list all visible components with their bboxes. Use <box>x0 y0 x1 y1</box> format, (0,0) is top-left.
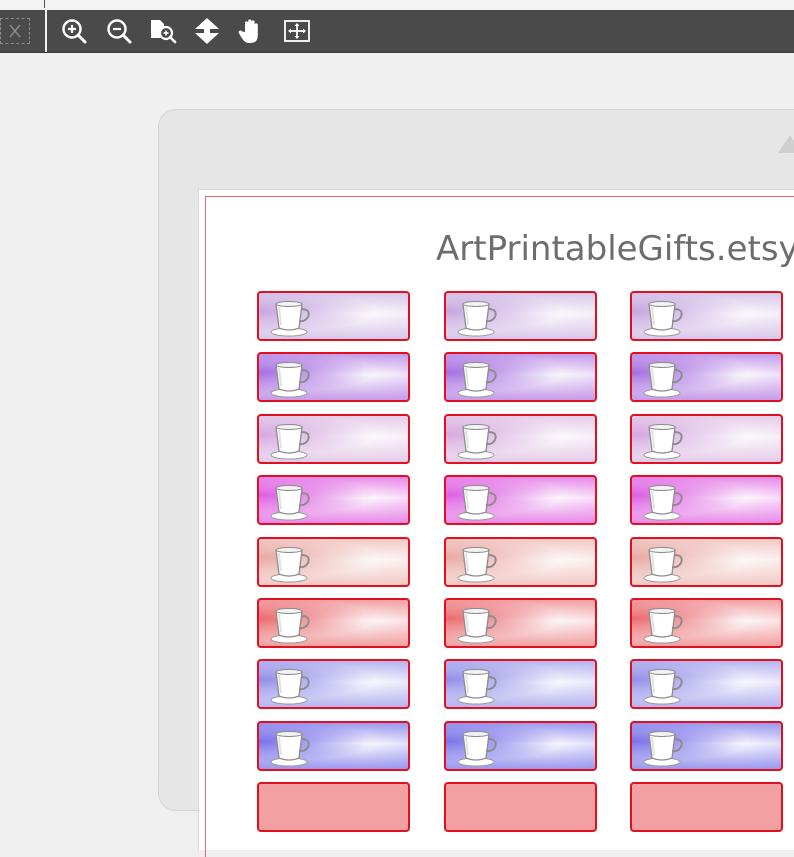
planner-sticker <box>257 659 410 710</box>
planner-sticker <box>630 536 783 587</box>
coffee-cup-icon <box>267 665 315 705</box>
coffee-cup-icon <box>267 420 315 460</box>
coffee-cup-icon <box>267 297 315 337</box>
coffee-cup-icon <box>454 481 502 521</box>
coffee-cup-icon <box>454 297 502 337</box>
document-page: ArtPrintableGifts.etsy.c <box>198 189 794 857</box>
fit-width-button[interactable] <box>282 17 312 45</box>
coffee-cup-icon <box>640 358 688 398</box>
scroll-mode-button[interactable] <box>192 17 222 45</box>
planner-sticker <box>444 536 597 587</box>
coffee-cup-icon <box>267 358 315 398</box>
planner-sticker <box>257 413 410 464</box>
coffee-cup-icon <box>640 420 688 460</box>
coffee-cup-icon <box>640 665 688 705</box>
planner-sticker <box>444 659 597 710</box>
coffee-cup-icon <box>640 727 688 767</box>
toolbar-left-section <box>0 10 44 52</box>
hand-icon <box>238 19 258 43</box>
zoom-page-icon <box>151 20 177 44</box>
planner-sticker <box>630 291 783 341</box>
coffee-cup-icon <box>454 727 502 767</box>
coffee-cup-icon <box>454 420 502 460</box>
planner-sticker <box>444 475 597 526</box>
planner-sticker <box>630 659 783 710</box>
zoom-fit-button[interactable] <box>148 17 178 45</box>
planner-sticker <box>257 536 410 587</box>
planner-sticker <box>257 598 410 648</box>
planner-sticker <box>630 720 783 771</box>
planner-sticker <box>444 720 597 771</box>
zoom-in-icon <box>62 19 87 44</box>
fit-box-icon <box>284 20 310 42</box>
planner-sticker <box>630 782 783 833</box>
document-viewport[interactable]: ArtPrintableGifts.etsy.c <box>0 53 794 857</box>
coffee-cup-icon <box>267 604 315 644</box>
planner-sticker <box>257 352 410 403</box>
planner-sticker <box>630 475 783 526</box>
coffee-cup-icon <box>640 297 688 337</box>
coffee-cup-icon <box>640 543 688 583</box>
zoom-out-button[interactable] <box>104 17 134 45</box>
pan-button[interactable] <box>237 17 267 45</box>
coffee-cup-icon <box>454 358 502 398</box>
coffee-cup-icon <box>454 543 502 583</box>
viewer-toolbar <box>0 10 794 53</box>
close-panel-icon[interactable] <box>0 18 30 44</box>
tab-divider <box>44 0 45 8</box>
planner-sticker <box>444 291 597 341</box>
page-cut-border: ArtPrintableGifts.etsy.c <box>205 196 794 857</box>
coffee-cup-icon <box>640 604 688 644</box>
coffee-cup-icon <box>267 727 315 767</box>
scroll-up-arrow-icon[interactable] <box>778 135 794 153</box>
coffee-cup-icon <box>454 665 502 705</box>
zoom-out-icon <box>107 19 132 44</box>
coffee-cup-icon <box>640 481 688 521</box>
planner-sticker <box>630 352 783 403</box>
coffee-cup-icon <box>267 481 315 521</box>
planner-sticker <box>444 413 597 464</box>
planner-sticker <box>630 598 783 648</box>
window-top-strip <box>0 0 794 10</box>
zoom-in-button[interactable] <box>59 17 89 45</box>
coffee-cup-icon <box>267 543 315 583</box>
planner-sticker <box>444 598 597 648</box>
planner-sticker <box>444 352 597 403</box>
planner-sticker <box>257 720 410 771</box>
planner-sticker <box>444 782 597 833</box>
watermark-text: ArtPrintableGifts.etsy.c <box>436 229 794 269</box>
planner-sticker <box>630 413 783 464</box>
toolbar-separator <box>45 10 47 52</box>
planner-sticker <box>257 782 410 833</box>
planner-sticker <box>257 291 410 341</box>
up-down-arrows-icon <box>195 18 219 44</box>
planner-sticker <box>257 475 410 526</box>
coffee-cup-icon <box>454 604 502 644</box>
